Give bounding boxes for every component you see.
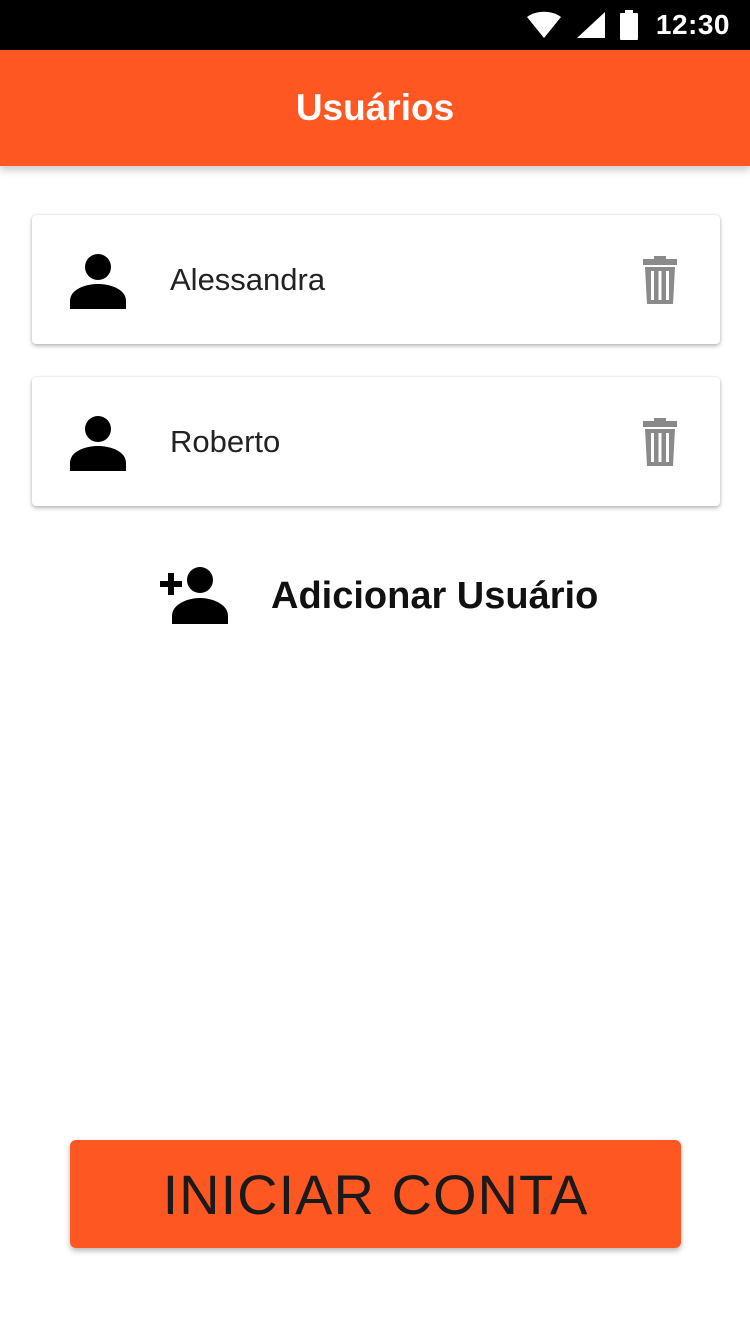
- user-card[interactable]: Roberto: [32, 377, 720, 506]
- delete-user-button[interactable]: [640, 417, 680, 467]
- user-name: Alessandra: [170, 261, 326, 297]
- start-account-button[interactable]: INICIAR CONTA: [70, 1140, 681, 1248]
- person-add-icon: [160, 567, 228, 624]
- person-icon: [70, 416, 126, 471]
- page-title: Usuários: [295, 87, 455, 128]
- status-bar: 12:30: [0, 0, 750, 50]
- add-user-label: Adicionar Usuário: [271, 574, 599, 617]
- signal-icon: [576, 12, 605, 38]
- user-name: Roberto: [170, 423, 281, 459]
- app-bar: Usuários: [0, 50, 750, 166]
- wifi-icon: [526, 11, 561, 38]
- user-list: Alessandra Roberto: [32, 215, 720, 539]
- trash-icon: [643, 256, 677, 304]
- user-card[interactable]: Alessandra: [32, 215, 720, 344]
- add-user-button[interactable]: Adicionar Usuário: [158, 556, 598, 636]
- person-icon: [70, 254, 126, 309]
- battery-icon: [619, 10, 638, 40]
- delete-user-button[interactable]: [640, 255, 680, 305]
- status-time: 12:30: [655, 9, 730, 40]
- start-account-label: INICIAR CONTA: [162, 1162, 589, 1226]
- trash-icon: [643, 418, 677, 466]
- users-screen: 12:30 Usuários Alessandra Roberto Adicio…: [0, 0, 750, 1334]
